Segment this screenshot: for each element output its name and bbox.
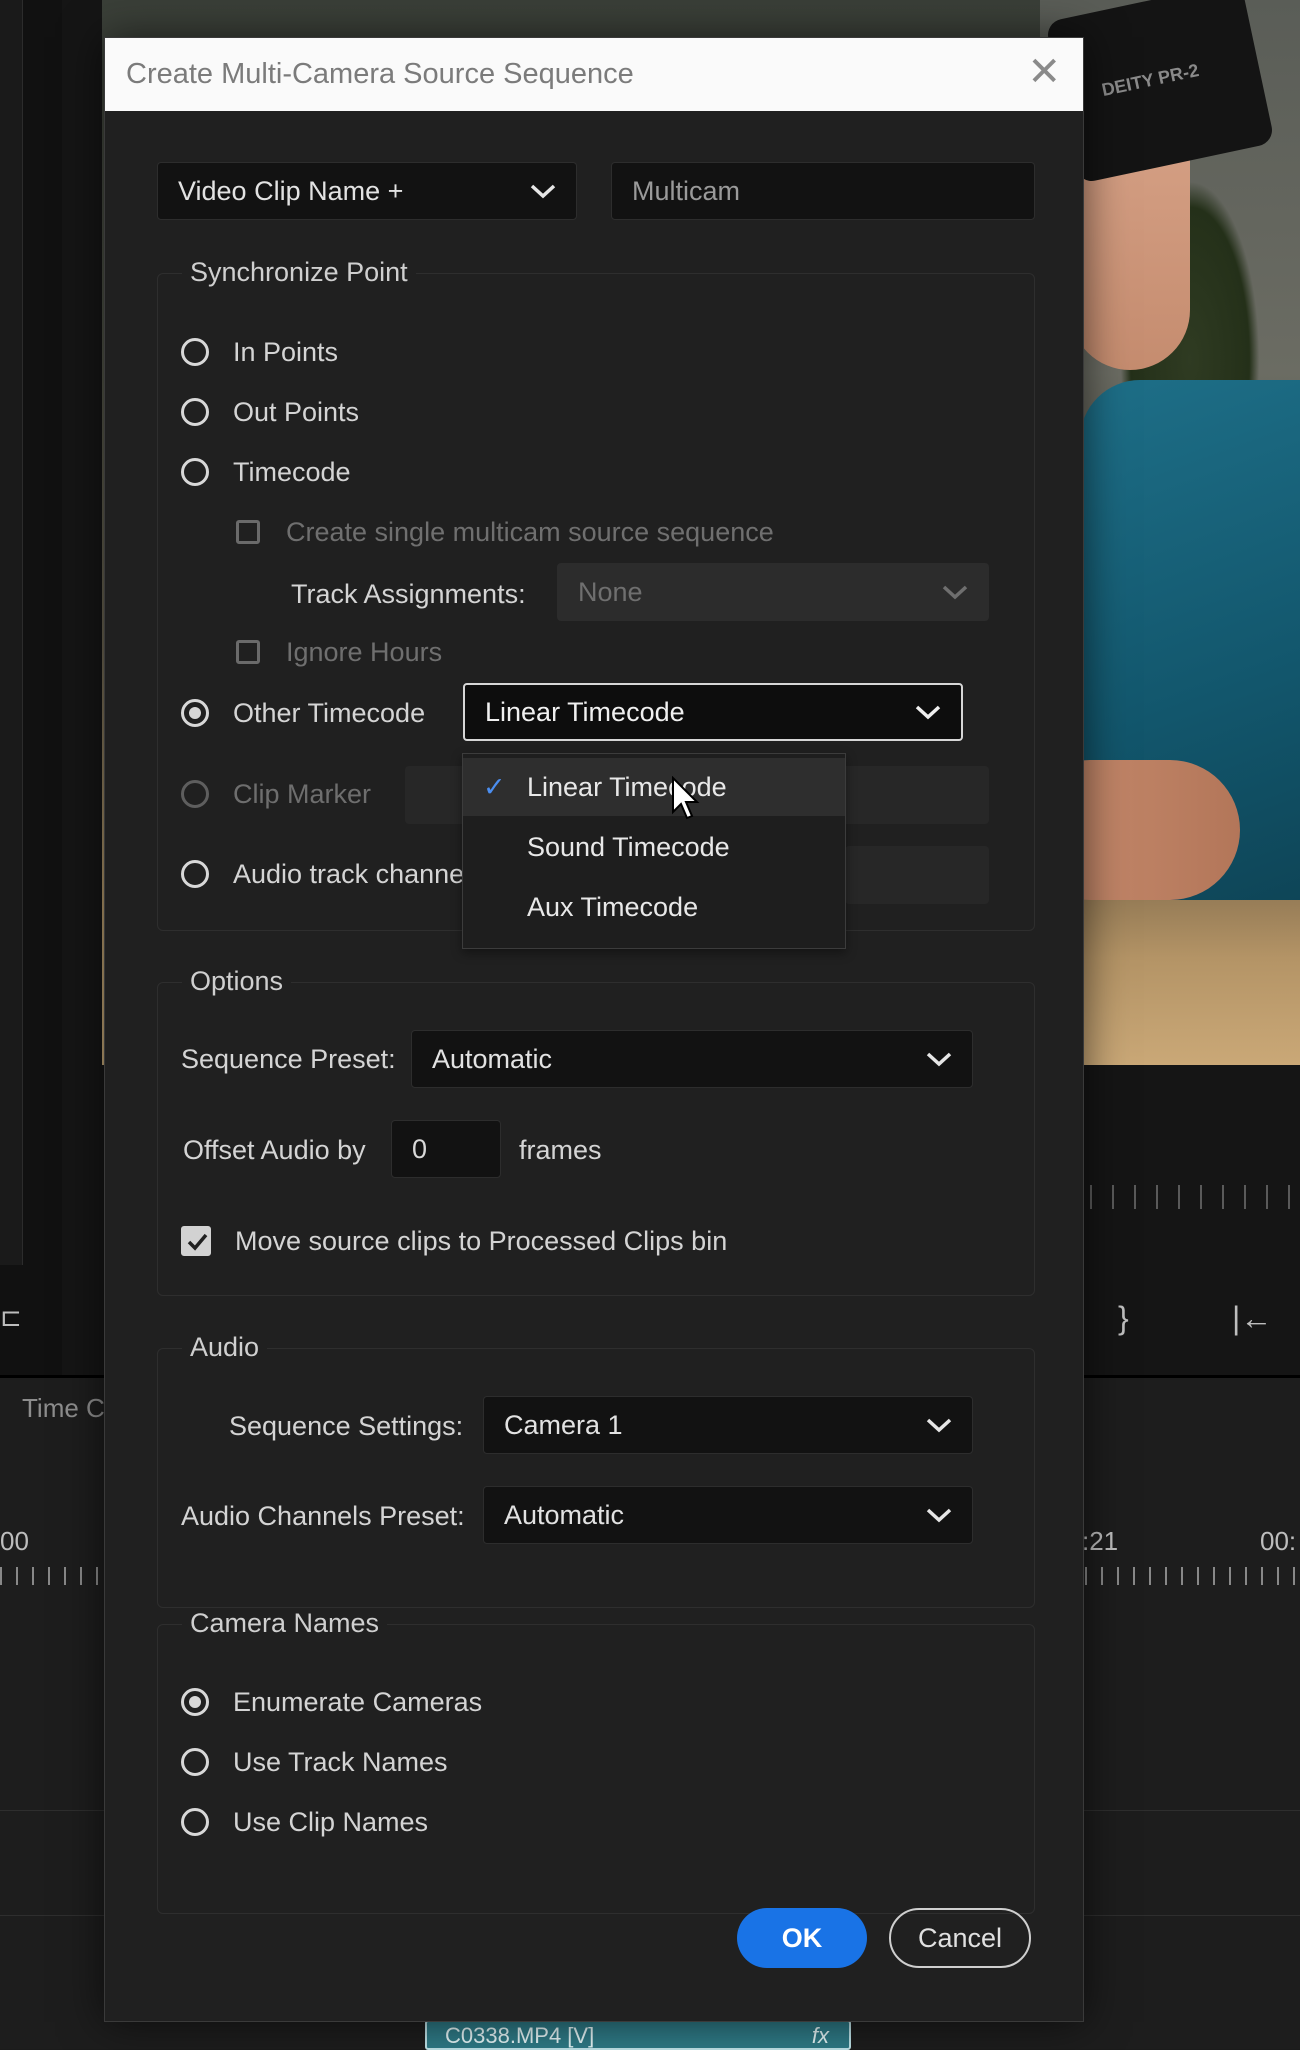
sequence-settings-value: Camera 1 (504, 1410, 623, 1440)
timeline-ruler-right (1085, 1567, 1300, 1585)
radio-use-clip-names[interactable]: Use Clip Names (181, 1804, 428, 1840)
chevron-down-icon (913, 685, 943, 739)
radio-audio-track-channel[interactable]: Audio track channe (181, 856, 501, 892)
ok-button[interactable]: OK (737, 1908, 867, 1968)
go-to-in-icon[interactable]: |← (1232, 1300, 1272, 1337)
close-icon[interactable]: ✕ (1027, 52, 1061, 92)
chevron-down-icon (528, 163, 558, 219)
radio-clip-marker[interactable]: Clip Marker (181, 776, 371, 812)
menu-item-sound-timecode[interactable]: Sound Timecode (463, 818, 845, 876)
chevron-down-icon (924, 1031, 954, 1087)
radio-label: Audio track channe (233, 858, 465, 889)
timeline-ruler-left (0, 1567, 100, 1585)
offset-audio-field[interactable]: 0 (391, 1120, 501, 1178)
name-mode-value: Video Clip Name + (178, 176, 404, 206)
timecode-dropdown-menu: ✓ Linear Timecode Sound Timecode Aux Tim… (462, 753, 846, 949)
timeline-time-right-1: :21 (1082, 1526, 1119, 1556)
offset-audio-label: Offset Audio by (183, 1135, 366, 1165)
menu-item-aux-timecode[interactable]: Aux Timecode (463, 878, 845, 936)
frames-label: frames (519, 1135, 602, 1165)
checkbox-box (181, 1226, 211, 1256)
sequence-settings-select[interactable]: Camera 1 (483, 1396, 973, 1454)
track-assignments-value: None (578, 577, 643, 607)
radio-circle (181, 1808, 209, 1836)
checkbox-box (236, 640, 260, 664)
sequence-settings-label: Sequence Settings: (229, 1411, 464, 1441)
audio-channels-preset-select[interactable]: Automatic (483, 1486, 973, 1544)
audio-channels-preset-label: Audio Channels Preset: (181, 1501, 465, 1531)
radio-label: Clip Marker (233, 778, 372, 809)
track-assignments-label: Track Assignments: (291, 579, 526, 609)
radio-circle (181, 398, 209, 426)
checkbox-ignore-hours[interactable]: Ignore Hours (236, 635, 442, 669)
radio-circle (181, 338, 209, 366)
name-mode-select[interactable]: Video Clip Name + (157, 162, 577, 220)
radio-circle (181, 699, 209, 727)
checkbox-create-single[interactable]: Create single multicam source sequence (236, 515, 774, 549)
timeline-tab-label[interactable]: Time C (22, 1393, 105, 1424)
audio-label: Audio (182, 1332, 268, 1363)
chevron-down-icon (924, 1487, 954, 1543)
radio-out-points[interactable]: Out Points (181, 394, 359, 430)
cancel-button[interactable]: Cancel (889, 1908, 1031, 1968)
radio-label: Enumerate Cameras (233, 1686, 483, 1717)
radio-circle (181, 1748, 209, 1776)
radio-label: Out Points (233, 396, 360, 427)
menu-item-label: Sound Timecode (527, 832, 730, 862)
other-timecode-select[interactable]: Linear Timecode (463, 683, 963, 741)
timeline-time-right-2: 00: (1260, 1526, 1297, 1556)
mouse-cursor-icon (672, 776, 700, 820)
other-timecode-value: Linear Timecode (485, 697, 685, 727)
left-panel-control-icon[interactable]: ⊏ (0, 1302, 22, 1333)
checkbox-box (236, 520, 260, 544)
audio-channel-select[interactable] (845, 846, 989, 904)
sequence-preset-value: Automatic (432, 1044, 553, 1074)
radio-in-points[interactable]: In Points (181, 334, 338, 370)
radio-enumerate-cameras[interactable]: Enumerate Cameras (181, 1684, 482, 1720)
track-assignments-select[interactable]: None (557, 563, 989, 621)
monitor-ruler (1090, 1185, 1300, 1209)
radio-use-track-names[interactable]: Use Track Names (181, 1744, 448, 1780)
sequence-preset-select[interactable]: Automatic (411, 1030, 973, 1088)
radio-timecode[interactable]: Timecode (181, 454, 351, 490)
audio-group (157, 1348, 1035, 1608)
menu-item-linear-timecode[interactable]: ✓ Linear Timecode (463, 758, 845, 816)
checkbox-label: Create single multicam source sequence (286, 516, 774, 547)
mark-out-icon[interactable]: } (1118, 1300, 1129, 1337)
radio-circle (181, 780, 209, 808)
chevron-down-icon (924, 1397, 954, 1453)
radio-label: Other Timecode (233, 697, 426, 728)
sequence-preset-label: Sequence Preset: (181, 1044, 396, 1074)
options-label: Options (182, 966, 292, 997)
radio-label: Use Clip Names (233, 1806, 429, 1837)
checkbox-move-source-clips[interactable]: Move source clips to Processed Clips bin (181, 1224, 727, 1258)
radio-circle (181, 458, 209, 486)
radio-label: In Points (233, 336, 339, 367)
dialog-title: Create Multi-Camera Source Sequence (126, 58, 634, 90)
left-panel-inner (0, 0, 23, 1265)
left-panel (0, 0, 65, 1375)
chevron-down-icon (940, 564, 970, 620)
radio-label: Use Track Names (233, 1746, 448, 1777)
radio-label: Timecode (233, 456, 351, 487)
multicam-dialog: Create Multi-Camera Source Sequence ✕ Vi… (104, 37, 1084, 2022)
radio-other-timecode[interactable]: Other Timecode (181, 695, 425, 731)
radio-circle (181, 860, 209, 888)
audio-channels-preset-value: Automatic (504, 1500, 625, 1530)
checkbox-label: Ignore Hours (286, 636, 443, 667)
dialog-titlebar[interactable]: Create Multi-Camera Source Sequence ✕ (105, 38, 1083, 111)
sequence-name-field[interactable]: Multicam (611, 162, 1035, 220)
clip-name: C0338.MP4 [V] (445, 2023, 595, 2048)
timeline-time-left: 00 (0, 1526, 29, 1556)
menu-item-label: Aux Timecode (527, 892, 699, 922)
checkbox-label: Move source clips to Processed Clips bin (235, 1225, 728, 1256)
synchronize-point-label: Synchronize Point (182, 257, 416, 288)
checkmark-icon: ✓ (483, 772, 506, 802)
camera-names-label: Camera Names (182, 1608, 388, 1639)
radio-circle (181, 1688, 209, 1716)
